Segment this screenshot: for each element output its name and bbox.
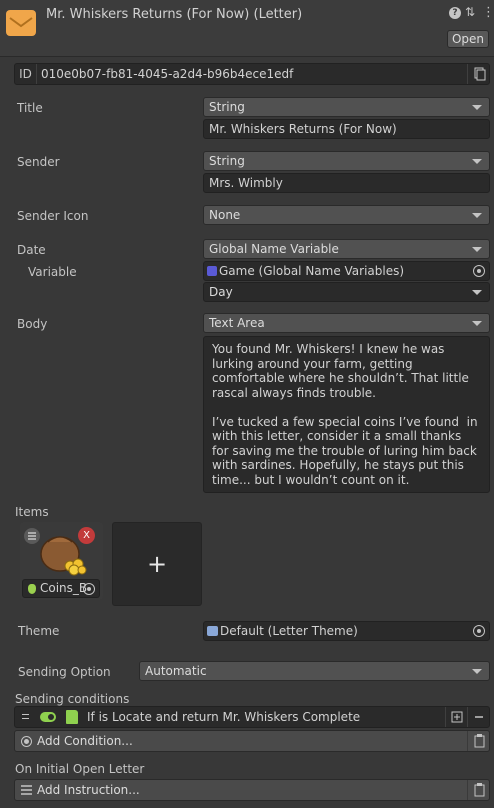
condition-row[interactable]: If is Locate and return Mr. Whiskers Com… [14, 706, 490, 728]
global-variables-icon [207, 265, 217, 276]
expand-condition-button[interactable] [445, 707, 467, 727]
more-options-icon[interactable]: ⋮ [482, 5, 494, 20]
inspector-header: Mr. Whiskers Returns (For Now) (Letter) … [0, 0, 494, 57]
sender-input[interactable]: Mrs. Wimbly [203, 173, 490, 193]
add-instruction-label: Add Instruction... [37, 783, 140, 797]
drag-handle-icon[interactable] [22, 714, 29, 719]
on-open-label: On Initial Open Letter [15, 762, 145, 776]
body-textarea[interactable]: You found Mr. Whiskers! I knew he was lu… [203, 336, 490, 493]
title-type-dropdown[interactable]: String [203, 97, 490, 117]
letter-envelope-icon [6, 10, 36, 36]
variable-value: Game (Global Name Variables) [219, 264, 405, 278]
remove-item-button[interactable]: X [78, 527, 95, 544]
add-condition-button[interactable]: Add Condition... [14, 730, 490, 752]
date-type-value: Global Name Variable [209, 242, 339, 256]
add-instruction-button[interactable]: Add Instruction... [14, 779, 490, 801]
sending-option-label: Sending Option [18, 665, 111, 679]
date-label: Date [17, 243, 46, 257]
sending-conditions-label: Sending conditions [15, 692, 130, 706]
items-label: Items [15, 505, 49, 519]
day-value: Day [209, 285, 233, 299]
condition-text: If is Locate and return Mr. Whiskers Com… [87, 710, 361, 724]
condition-script-icon [66, 710, 78, 724]
object-picker-icon[interactable] [473, 625, 485, 637]
copy-icon [474, 67, 486, 81]
title-label: Title [17, 101, 43, 115]
sender-icon-dropdown[interactable]: None [203, 205, 490, 225]
plus-square-icon [451, 711, 463, 723]
item-name: Coins_B [40, 581, 88, 595]
theme-object-field[interactable]: Default (Letter Theme) [203, 621, 490, 641]
condition-toggle[interactable] [40, 712, 56, 722]
sender-icon-value: None [209, 208, 241, 222]
object-picker-icon[interactable] [473, 265, 485, 277]
minus-icon [475, 716, 483, 718]
add-item-button[interactable]: + [112, 522, 202, 606]
variable-object-field[interactable]: Game (Global Name Variables) [203, 261, 490, 281]
toggle-knob [48, 714, 54, 720]
item-object-field[interactable]: Coins_B [22, 579, 100, 598]
sender-label: Sender [17, 155, 60, 169]
theme-label: Theme [18, 624, 60, 638]
item-slot[interactable]: X Coins_B [20, 522, 103, 600]
add-condition-label: Add Condition... [37, 734, 133, 748]
chevron-down-icon [472, 159, 482, 164]
id-label: ID [15, 64, 37, 84]
sender-type-value: String [209, 154, 245, 168]
body-type-value: Text Area [209, 316, 265, 330]
id-row: ID 010e0b07-fb81-4045-a2d4-b96b4ece1edf [14, 63, 490, 85]
object-picker-icon[interactable] [83, 583, 95, 595]
instruction-list-icon [20, 784, 33, 796]
help-icon[interactable]: ? [449, 7, 461, 19]
remove-condition-button[interactable] [467, 707, 489, 727]
body-type-dropdown[interactable]: Text Area [203, 313, 490, 333]
chevron-down-icon [472, 247, 482, 252]
sender-icon-label: Sender Icon [17, 209, 89, 223]
item-type-icon [28, 584, 36, 594]
inspector-title: Mr. Whiskers Returns (For Now) (Letter) [46, 7, 303, 22]
chevron-down-icon [472, 290, 482, 295]
chevron-down-icon [472, 321, 482, 326]
sending-option-dropdown[interactable]: Automatic [139, 661, 490, 681]
clipboard-icon[interactable] [467, 731, 489, 751]
presets-icon[interactable]: ⇅ [465, 5, 475, 19]
title-type-value: String [209, 100, 245, 114]
day-dropdown[interactable]: Day [203, 282, 490, 302]
sender-type-dropdown[interactable]: String [203, 151, 490, 171]
copy-id-button[interactable] [467, 64, 489, 84]
theme-asset-icon [207, 625, 218, 636]
date-type-dropdown[interactable]: Global Name Variable [203, 239, 490, 259]
chevron-down-icon [472, 105, 482, 110]
theme-value: Default (Letter Theme) [220, 624, 358, 638]
body-label: Body [17, 317, 48, 331]
clipboard-icon[interactable] [467, 780, 489, 800]
open-button[interactable]: Open [447, 30, 489, 48]
chevron-down-icon [472, 213, 482, 218]
id-value[interactable]: 010e0b07-fb81-4045-a2d4-b96b4ece1edf [41, 64, 293, 84]
sending-option-value: Automatic [145, 664, 207, 678]
condition-circle-icon [21, 736, 32, 747]
chevron-down-icon [472, 669, 482, 674]
title-input[interactable]: Mr. Whiskers Returns (For Now) [203, 119, 490, 139]
variable-label: Variable [28, 265, 77, 279]
